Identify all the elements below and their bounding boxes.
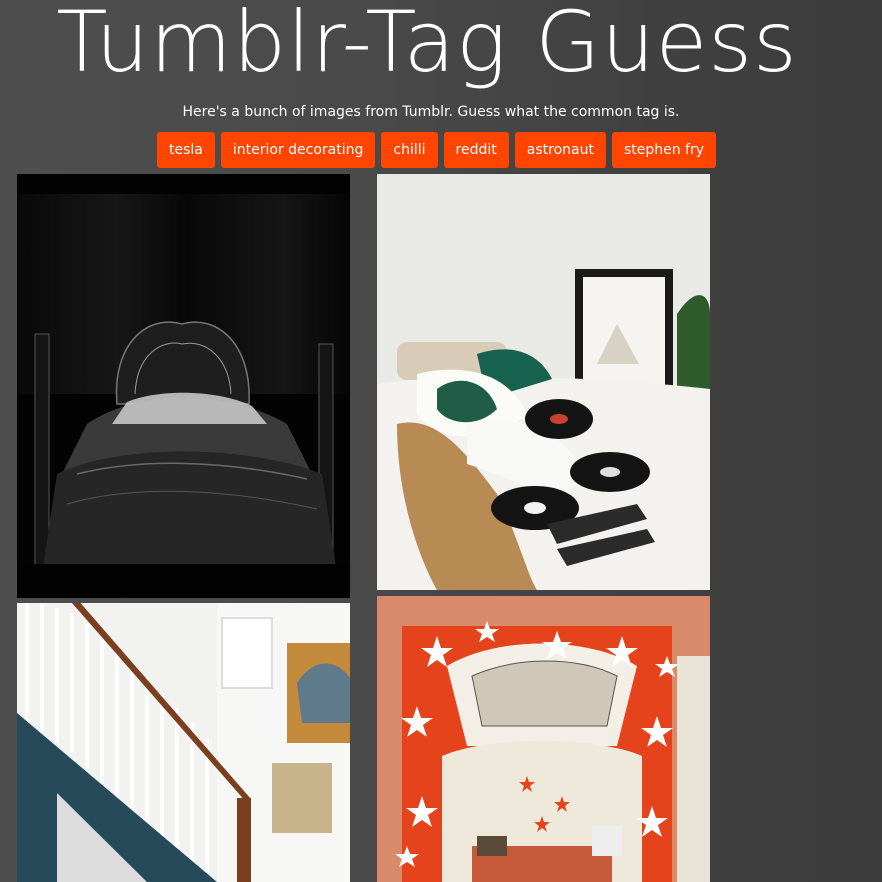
option-button-tesla[interactable]: tesla	[157, 132, 215, 168]
option-button-interior-decorating[interactable]: interior decorating	[220, 132, 376, 168]
option-button-astronaut[interactable]: astronaut	[514, 132, 606, 168]
page-subtitle: Here's a bunch of images from Tumblr. Gu…	[182, 104, 680, 120]
option-button-stephen-fry[interactable]: stephen fry	[611, 132, 717, 168]
option-button-chilli[interactable]: chilli	[381, 132, 438, 168]
vinyl-records-bed-image	[377, 174, 710, 590]
tag-options: tesla interior decorating chilli reddit …	[157, 132, 717, 168]
option-button-reddit[interactable]: reddit	[443, 132, 509, 168]
star-bunk-bed-image	[377, 596, 710, 882]
dark-ornate-bedroom-image	[17, 174, 350, 598]
staircase-image	[17, 603, 350, 882]
page-title: Tumblr-Tag Guess	[56, 0, 798, 91]
